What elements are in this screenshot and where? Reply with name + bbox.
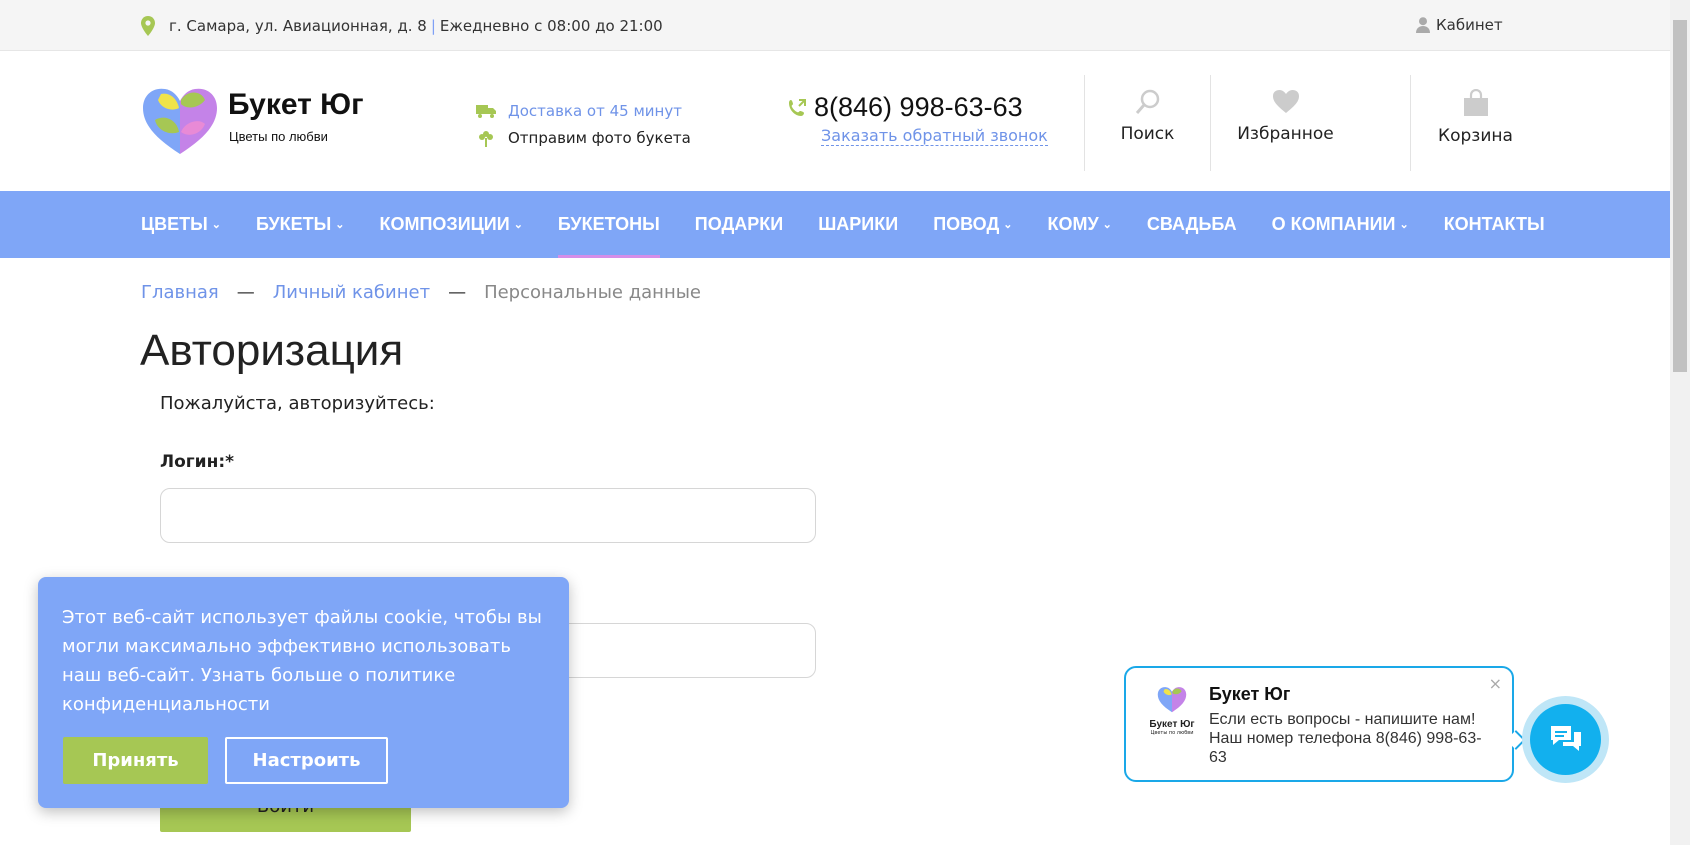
chat-icon [1550,725,1581,751]
chat-title: Букет Юг [1209,684,1291,704]
address-separator: | [430,17,436,35]
nav-item-label: Свадьба [1146,214,1237,234]
page-scrollbar[interactable] [1670,0,1690,845]
chat-logo: Букет Юг Цветы по любви [1146,686,1198,736]
breadcrumb-current: Персональные данные [484,282,701,303]
flower-icon [479,130,493,147]
main-navigation: Цветы ⌄ Букеты ⌄ Композиции ⌄ Букетоны Подарки Ш… [0,191,1670,258]
nav-item-label: Подарки [694,214,784,234]
page-title: Авторизация [140,326,404,375]
heart-icon [1272,90,1299,113]
cookie-accept-button[interactable]: Принять [63,737,208,784]
chevron-down-icon: ⌄ [1399,219,1409,231]
phone-icon [789,98,806,116]
nav-item[interactable]: Кому ⌄ [1047,191,1111,258]
nav-item[interactable]: Шарики [818,191,898,258]
favorites-button[interactable]: Избранное [1210,75,1360,171]
chat-close-icon[interactable]: × [1489,674,1502,693]
address-text: г. Самара, ул. Авиационная, д. 8 [169,17,427,35]
nav-item[interactable]: О компании ⌄ [1272,191,1409,258]
nav-item-label: Цветы [141,214,208,234]
chevron-down-icon: ⌄ [1102,219,1112,231]
nav-item-label: Повод [933,214,1000,234]
chat-open-button[interactable] [1522,696,1609,783]
photo-note: Отправим фото букета [508,128,691,147]
cookie-text: Этот веб-сайт использует файлы cookie, ч… [62,607,542,715]
nav-item[interactable]: Цветы ⌄ [141,191,221,258]
breadcrumb-home[interactable]: Главная [141,282,219,303]
nav-item-label: Композиции [379,214,510,234]
chevron-down-icon: ⌄ [335,219,345,231]
search-button[interactable]: Поиск [1084,75,1210,171]
nav-item[interactable]: Подарки [695,191,783,258]
chat-message: Если есть вопросы - напишите нам! Наш но… [1209,711,1482,766]
heart-logo-icon [1157,687,1187,713]
truck-icon [476,104,496,118]
nav-item-label: Контакты [1443,214,1545,234]
cookie-settings-button[interactable]: Настроить [225,737,388,784]
top-bar: г. Самара, ул. Авиационная, д. 8 | Ежедн… [0,0,1670,51]
chat-greeting-bubble[interactable]: Букет Юг Цветы по любви Букет Юг Если ес… [1124,666,1514,782]
user-icon [1416,17,1430,33]
login-label: Логин:* [160,452,235,472]
nav-item[interactable]: Повод ⌄ [933,191,1012,258]
working-hours: Ежедневно с 08:00 до 21:00 [439,17,663,35]
nav-item-label: Кому [1047,214,1099,234]
nav-item[interactable]: Композиции ⌄ [380,191,523,258]
nav-item[interactable]: Свадьба [1147,191,1237,258]
chevron-down-icon: ⌄ [211,219,221,231]
chat-logo-brand: Букет Юг [1149,719,1195,730]
store-address: г. Самара, ул. Авиационная, д. 8 | Ежедн… [141,16,663,36]
chevron-down-icon: ⌄ [513,219,523,231]
callback-link[interactable]: Заказать обратный звонок [821,126,1048,146]
shopping-bag-icon [1463,88,1488,116]
cart-label: Корзина [1438,126,1513,146]
chevron-down-icon: ⌄ [1003,219,1013,231]
nav-list: Цветы ⌄ Букеты ⌄ Композиции ⌄ Букетоны Подарки Ш… [141,191,1580,258]
phone-block: 8(846) 998-63-63 Заказать обратный звоно… [788,92,1048,146]
breadcrumb-account[interactable]: Личный кабинет [273,282,430,303]
breadcrumb: Главная — Личный кабинет — Персональные … [141,282,701,303]
nav-item-label: Букетоны [557,214,660,234]
breadcrumb-separator: — [448,282,467,303]
cookie-consent-popup: Этот веб-сайт использует файлы cookie, ч… [38,577,569,808]
brand-tagline: Цветы по любви [229,129,328,144]
chat-logo-tagline: Цветы по любви [1150,730,1194,736]
nav-item-label: Шарики [818,214,899,234]
nav-item[interactable]: Букетоны [557,191,660,258]
cabinet-label: Кабинет [1436,16,1503,34]
site-header: Букет Юг Цветы по любви Доставка от 45 м… [0,52,1670,191]
cart-button[interactable]: Корзина [1410,75,1540,171]
search-icon [1135,89,1159,114]
favorites-label: Избранное [1237,124,1334,144]
cabinet-link[interactable]: Кабинет [1416,16,1503,34]
heart-logo-icon [143,88,217,154]
delivery-info: Доставка от 45 минут Отправим фото букет… [476,97,691,151]
brand-name: Букет Юг [228,88,364,121]
scrollbar-thumb[interactable] [1673,20,1687,372]
location-pin-icon [141,16,155,36]
nav-item[interactable]: Букеты ⌄ [256,191,345,258]
nav-item[interactable]: Контакты [1444,191,1545,258]
search-label: Поиск [1120,124,1175,144]
login-input[interactable] [160,488,816,543]
auth-intro: Пожалуйста, авторизуйтесь: [160,393,435,414]
delivery-link[interactable]: Доставка от 45 минут [508,102,682,120]
nav-item-label: О компании [1271,214,1396,234]
phone-number[interactable]: 8(846) 998-63-63 [814,92,1023,123]
site-logo[interactable]: Букет Юг Цветы по любви [141,86,364,156]
breadcrumb-separator: — [236,282,255,303]
nav-item-label: Букеты [256,214,332,234]
